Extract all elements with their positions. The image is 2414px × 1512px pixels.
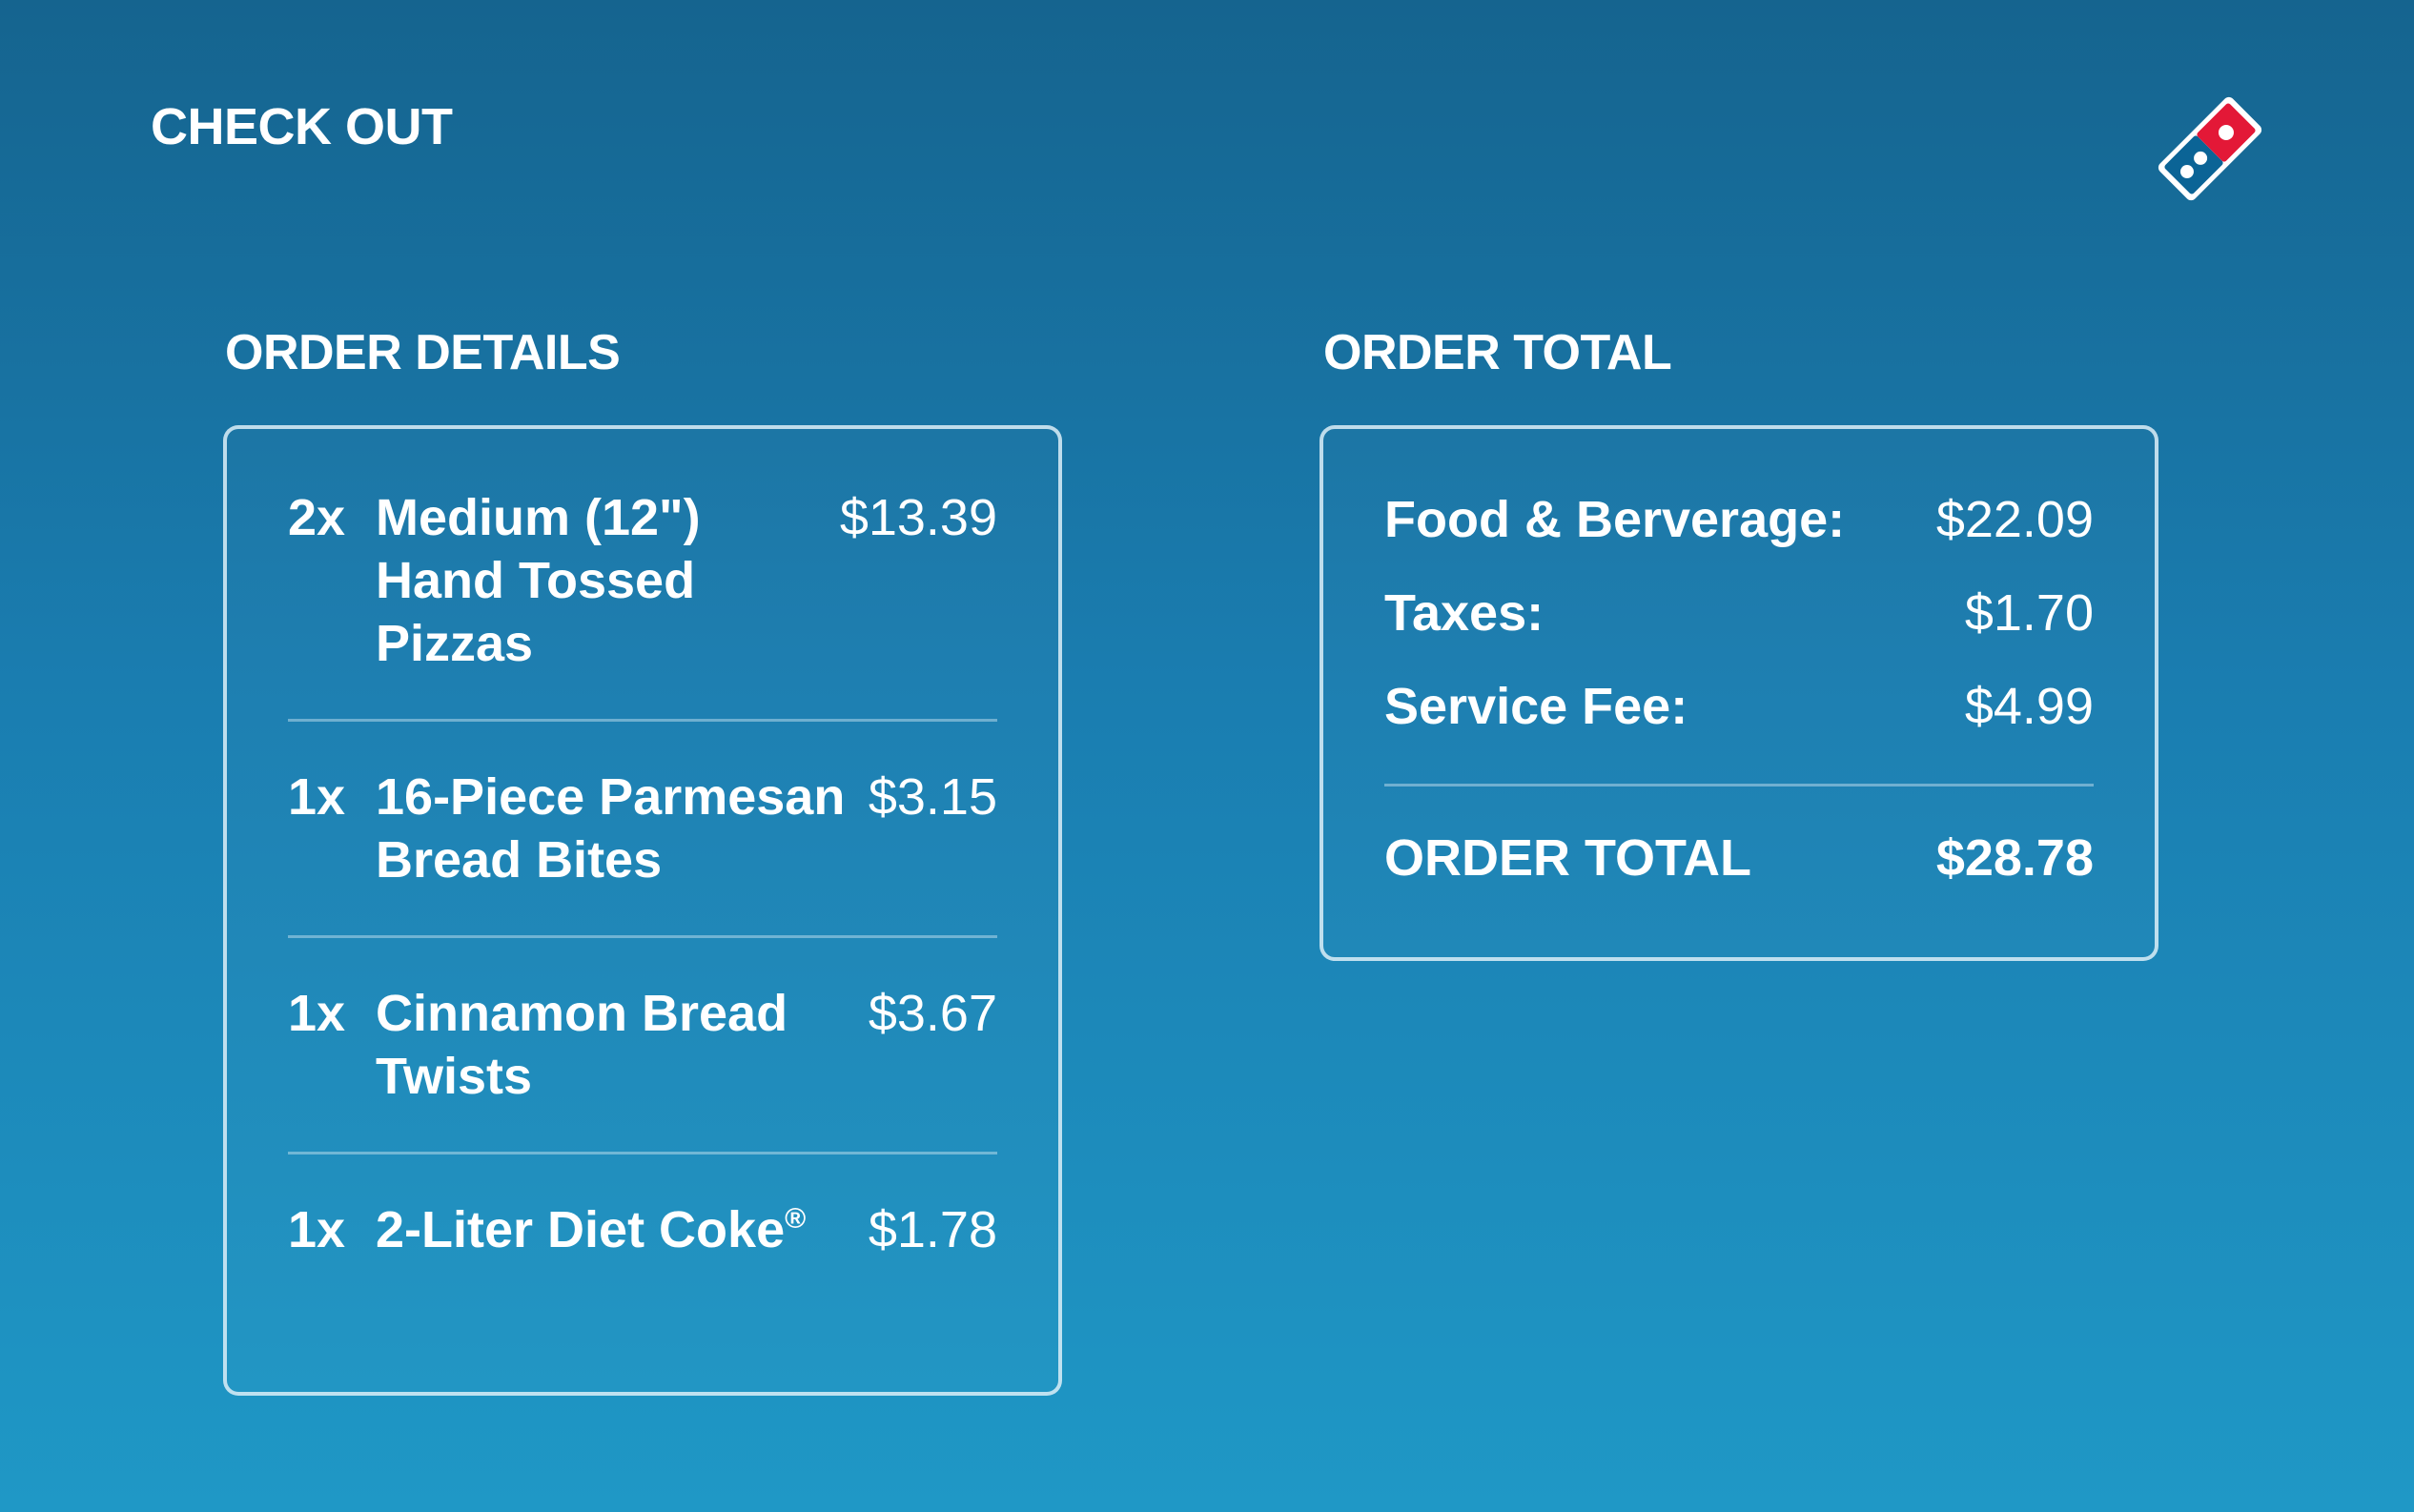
item-price: $1.78 bbox=[868, 1201, 997, 1258]
total-line-label: Service Fee: bbox=[1384, 678, 1688, 735]
total-line-label: Food & Berverage: bbox=[1384, 491, 1846, 548]
item-name: 16-Piece Parmesan Bread Bites bbox=[376, 768, 846, 889]
grand-total-label: ORDER TOTAL bbox=[1384, 829, 1751, 887]
dominos-logo-icon bbox=[2158, 96, 2262, 201]
total-line-food: Food & Berverage: $22.09 bbox=[1384, 488, 2094, 551]
item-name: Medium (12") Hand Tossed Pizzas bbox=[376, 489, 701, 672]
item-quantity: 1x bbox=[288, 768, 346, 826]
item-price: $3.67 bbox=[868, 985, 997, 1042]
item-quantity: 2x bbox=[288, 489, 346, 546]
item-name: 2-Liter Diet Coke bbox=[376, 1201, 786, 1258]
item-name: Cinnamon Bread Twists bbox=[376, 985, 788, 1105]
item-quantity: 1x bbox=[288, 985, 346, 1042]
total-line-amount: $4.99 bbox=[1964, 678, 2094, 735]
order-total-panel: Food & Berverage: $22.09 Taxes: $1.70 Se… bbox=[1320, 425, 2158, 961]
total-line-service-fee: Service Fee: $4.99 bbox=[1384, 675, 2094, 738]
total-line-amount: $1.70 bbox=[1964, 584, 2094, 642]
total-line-taxes: Taxes: $1.70 bbox=[1384, 582, 2094, 644]
item-price: $13.39 bbox=[839, 489, 997, 546]
item-price: $3.15 bbox=[868, 768, 997, 826]
total-divider bbox=[1384, 784, 2094, 787]
order-details-title: ORDER DETAILS bbox=[225, 325, 621, 380]
order-item: 2x Medium (12") Hand Tossed Pizzas $13.3… bbox=[288, 486, 997, 722]
order-total-title: ORDER TOTAL bbox=[1323, 325, 1672, 380]
order-details-panel: 2x Medium (12") Hand Tossed Pizzas $13.3… bbox=[223, 425, 1062, 1396]
order-item: 1x 16-Piece Parmesan Bread Bites $3.15 bbox=[288, 766, 997, 938]
page-title: CHECK OUT bbox=[151, 98, 453, 155]
total-line-amount: $22.09 bbox=[1935, 491, 2094, 548]
grand-total-amount: $28.78 bbox=[1935, 829, 2094, 887]
total-line-label: Taxes: bbox=[1384, 584, 1545, 642]
grand-total-row: ORDER TOTAL $28.78 bbox=[1384, 827, 2094, 889]
item-quantity: 1x bbox=[288, 1201, 346, 1258]
registered-trademark-mark: ® bbox=[785, 1203, 807, 1235]
order-item: 1x 2-Liter Diet Coke® $1.78 bbox=[288, 1198, 997, 1305]
item-name-container: 2-Liter Diet Coke® bbox=[376, 1198, 869, 1261]
order-item: 1x Cinnamon Bread Twists $3.67 bbox=[288, 982, 997, 1154]
